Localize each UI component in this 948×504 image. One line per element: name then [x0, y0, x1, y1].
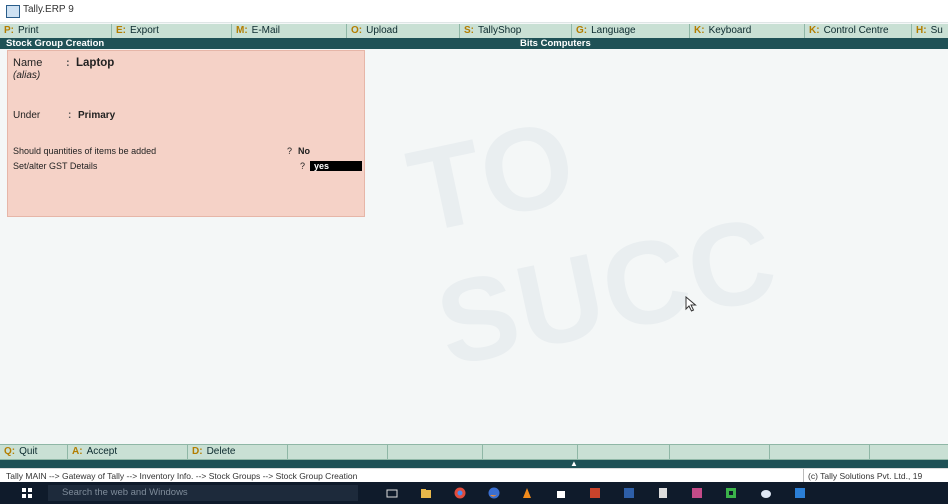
top-button-bar: P: Print E: Export M: E-Mail O: Upload S: Tal… — [0, 24, 948, 39]
bottom-button-bar: Q: Quit A: Accept D: Delete — [0, 444, 948, 460]
alias-label: (alias) — [13, 70, 41, 81]
under-colon: : — [68, 110, 72, 121]
quit-button[interactable]: Q: Quit — [0, 445, 68, 459]
accept-button[interactable]: A: Accept — [68, 445, 188, 459]
calculator-icon[interactable] — [657, 487, 669, 499]
qty-added-field[interactable]: No — [298, 146, 310, 156]
gst-details-label: Set/alter GST Details — [13, 161, 98, 171]
under-field[interactable]: Primary — [78, 110, 115, 121]
caret-up-icon[interactable]: ▲ — [570, 460, 578, 468]
email-button[interactable]: M: E-Mail — [232, 24, 347, 38]
bottom-slot-6[interactable] — [483, 445, 578, 459]
breadcrumb: Tally MAIN --> Gateway of Tally --> Inve… — [6, 471, 358, 481]
bottom-slot-8[interactable] — [670, 445, 770, 459]
gst-question-mark: ? — [300, 161, 306, 171]
mouse-cursor-icon — [685, 296, 697, 312]
bottom-slot-7[interactable] — [578, 445, 670, 459]
name-field[interactable]: Laptop — [76, 57, 114, 69]
tally-app-icon — [6, 5, 20, 18]
firefox-icon[interactable] — [488, 487, 500, 499]
gst-details-field[interactable]: yes — [310, 161, 362, 171]
print-button[interactable]: P: Print — [0, 24, 112, 38]
info-strip: ▲ — [0, 460, 948, 468]
screen-title: Stock Group Creation — [6, 38, 105, 49]
window-title: Tally.ERP 9 — [23, 4, 74, 15]
tally-taskbar-icon[interactable] — [691, 487, 703, 499]
bottom-slot-5[interactable] — [388, 445, 483, 459]
store-icon[interactable] — [555, 487, 567, 499]
qty-question-mark: ? — [287, 146, 293, 156]
paint-icon[interactable] — [760, 487, 772, 499]
taskbar-search-input[interactable]: Search the web and Windows — [48, 485, 358, 501]
watermark: TO SUCC — [397, 95, 789, 392]
upload-button[interactable]: O: Upload — [347, 24, 460, 38]
control-centre-button[interactable]: K: Control Centre — [805, 24, 912, 38]
bottom-slot-10[interactable] — [870, 445, 948, 459]
support-button[interactable]: H: Su — [912, 24, 948, 38]
stock-group-form: Name : Laptop (alias) Under : Primary Sh… — [7, 50, 365, 217]
bottom-slot-9[interactable] — [770, 445, 870, 459]
copyright-text: (c) Tally Solutions Pvt. Ltd., 19 — [803, 469, 948, 483]
powerpoint-icon[interactable] — [589, 487, 601, 499]
language-button[interactable]: G: Language — [572, 24, 690, 38]
task-view-icon[interactable] — [386, 487, 398, 499]
export-button[interactable]: E: Export — [112, 24, 232, 38]
status-bar: Tally MAIN --> Gateway of Tally --> Inve… — [0, 468, 948, 483]
window-titlebar: Tally.ERP 9 — [0, 0, 948, 23]
company-name: Bits Computers — [520, 38, 591, 49]
word-icon[interactable] — [623, 487, 635, 499]
bottom-slot-4[interactable] — [288, 445, 388, 459]
name-label: Name — [13, 57, 43, 69]
under-label: Under — [13, 110, 41, 121]
windows-start-icon[interactable] — [22, 488, 32, 498]
vlc-icon[interactable] — [521, 487, 533, 499]
outlook-icon[interactable] — [794, 487, 806, 499]
name-colon: : — [66, 57, 70, 69]
keyboard-button[interactable]: K: Keyboard — [690, 24, 805, 38]
windows-taskbar: Search the web and Windows — [0, 482, 948, 504]
camtasia-icon[interactable] — [725, 487, 737, 499]
qty-added-label: Should quantities of items be added — [13, 146, 157, 156]
chrome-icon[interactable] — [454, 487, 466, 499]
file-explorer-icon[interactable] — [420, 487, 432, 499]
screen-header: Stock Group Creation Bits Computers — [0, 38, 948, 49]
tallyshop-button[interactable]: S: TallyShop — [460, 24, 572, 38]
delete-button[interactable]: D: Delete — [188, 445, 288, 459]
